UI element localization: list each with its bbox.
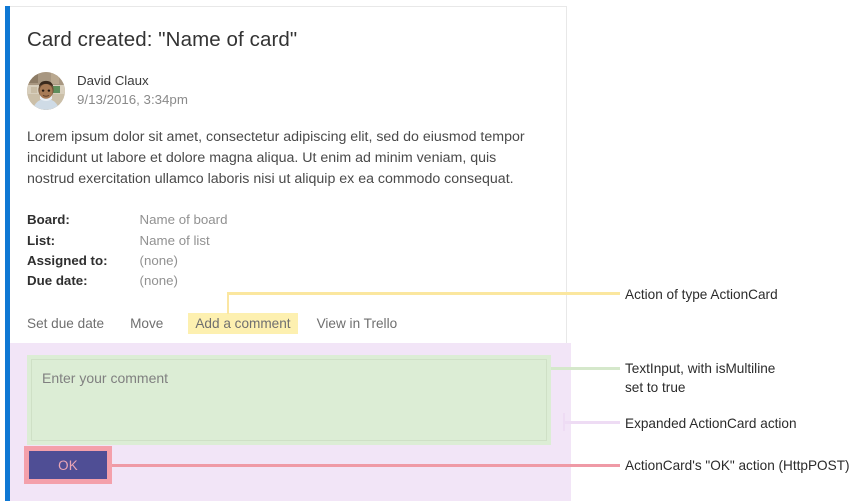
annotation-label-httppost: ActionCard's "OK" action (HttpPOST): [625, 456, 850, 475]
fact-key: Board:: [27, 210, 140, 230]
author-row: David Claux 9/13/2016, 3:34pm: [27, 72, 562, 110]
connector-httppost: [112, 464, 620, 467]
fact-key: List:: [27, 231, 140, 251]
fact-row: List: Name of list: [27, 231, 228, 251]
screenshot-stage: Card created: "Name of card": [0, 0, 861, 503]
user-photo-avatar-icon: [27, 72, 65, 110]
fact-row: Board: Name of board: [27, 210, 228, 230]
connector-actioncard-horizontal: [227, 292, 620, 295]
fact-set-body: Board: Name of board List: Name of list …: [27, 210, 228, 291]
fact-value: Name of list: [140, 231, 228, 251]
connector-textinput: [551, 367, 620, 370]
action-move[interactable]: Move: [130, 313, 163, 334]
card-description: Lorem ipsum dolor sit amet, consectetur …: [27, 127, 525, 191]
page-title: Card created: "Name of card": [27, 6, 562, 53]
annotation-label-expanded: Expanded ActionCard action: [625, 414, 797, 433]
annotation-label-textinput: TextInput, with isMultiline set to true: [625, 359, 775, 398]
fact-value: (none): [140, 271, 228, 291]
fact-key: Assigned to:: [27, 251, 140, 271]
fact-key: Due date:: [27, 271, 140, 291]
fact-row: Assigned to: (none): [27, 251, 228, 271]
ok-button-highlight: OK: [24, 446, 112, 484]
fact-set: Board: Name of board List: Name of list …: [27, 210, 228, 291]
action-set-due-date[interactable]: Set due date: [27, 313, 104, 334]
card-actions-row: Set due date Move Add a comment View in …: [27, 313, 562, 334]
ok-submit-button[interactable]: OK: [29, 451, 107, 479]
card-body: Card created: "Name of card": [27, 6, 562, 334]
annotation-label-actioncard: Action of type ActionCard: [625, 285, 778, 304]
comment-textinput-wrapper: [27, 355, 551, 445]
comment-textinput[interactable]: [31, 359, 547, 441]
author-timestamp: 9/13/2016, 3:34pm: [77, 91, 188, 109]
action-view-in-trello[interactable]: View in Trello: [317, 313, 398, 334]
connector-expanded-horizontal: [563, 421, 620, 424]
connector-actioncard-vertical: [227, 292, 229, 314]
author-name: David Claux: [77, 72, 188, 90]
fact-row: Due date: (none): [27, 271, 228, 291]
action-add-a-comment[interactable]: Add a comment: [188, 313, 297, 334]
author-meta: David Claux 9/13/2016, 3:34pm: [77, 72, 188, 109]
fact-value: (none): [140, 251, 228, 271]
fact-value: Name of board: [140, 210, 228, 230]
